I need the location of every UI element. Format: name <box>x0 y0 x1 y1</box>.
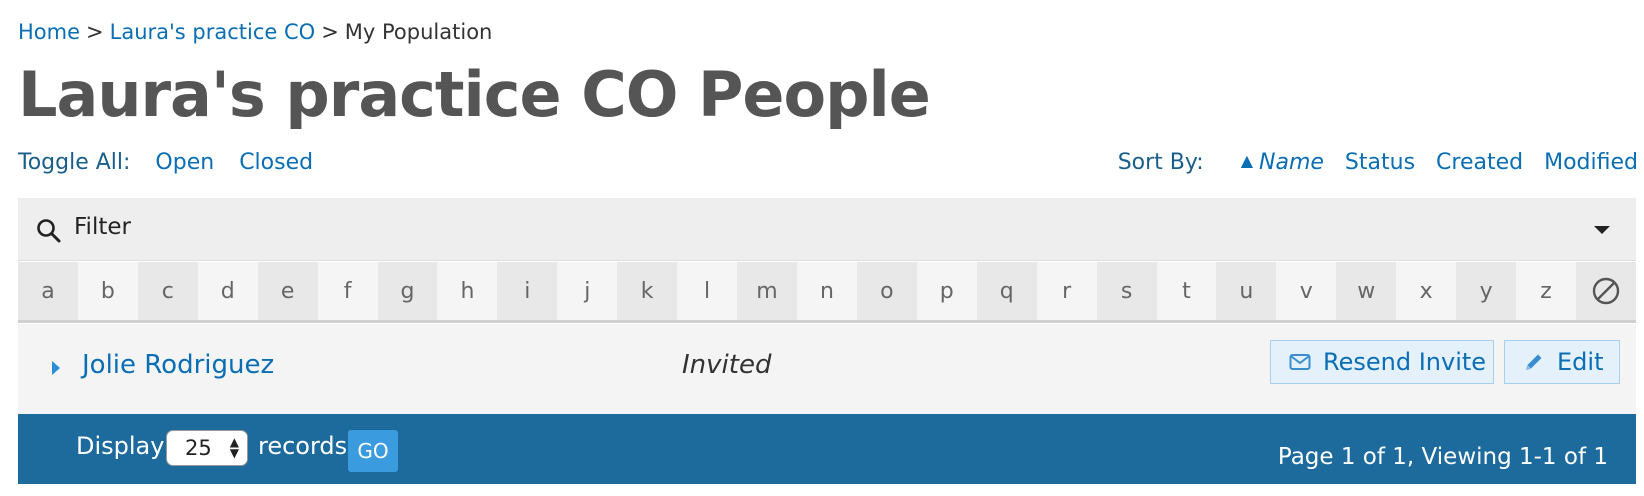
alpha-letter-i[interactable]: i <box>497 262 558 320</box>
page: Home > Laura's practice CO > My Population L… <box>0 0 1644 496</box>
person-row: Jolie Rodriguez Invited Resend Invite Ed… <box>18 324 1636 414</box>
toggle-open-link[interactable]: Open <box>155 150 214 175</box>
sort-name-label: Name <box>1259 150 1324 175</box>
alpha-letter-g[interactable]: g <box>377 262 438 320</box>
sort-ascending-icon: ▲ <box>1240 151 1254 170</box>
records-label: records <box>258 432 348 460</box>
alpha-letter-z[interactable]: z <box>1516 262 1576 320</box>
page-info: Page 1 of 1, Viewing 1-1 of 1 <box>1277 444 1608 470</box>
sort-modified-link[interactable]: Modified <box>1544 150 1638 175</box>
breadcrumb-separator: > <box>86 20 104 44</box>
go-button[interactable]: GO <box>348 430 398 472</box>
person-status: Invited <box>682 350 772 380</box>
sort-by-label: Sort By: <box>1117 150 1204 175</box>
toggle-all-controls: Toggle All: Open Closed <box>18 150 331 175</box>
toggle-all-label: Toggle All: <box>18 150 131 175</box>
search-icon <box>36 218 62 248</box>
no-symbol-icon[interactable] <box>1575 262 1636 320</box>
filter-bar[interactable]: Filter <box>18 198 1636 261</box>
breadcrumb-home-link[interactable]: Home <box>18 20 80 44</box>
alpha-letter-n[interactable]: n <box>796 262 857 320</box>
pencil-icon <box>1526 354 1542 370</box>
page-title: Laura's practice CO People <box>18 58 931 131</box>
alpha-letter-f[interactable]: f <box>317 262 378 320</box>
expand-row-icon[interactable] <box>52 361 60 375</box>
sort-controls: Sort By: ▲ Name Status Created Modified <box>1118 150 1638 175</box>
edit-button[interactable]: Edit <box>1504 340 1620 384</box>
alpha-letter-k[interactable]: k <box>617 262 678 320</box>
alpha-letter-c[interactable]: c <box>137 262 198 320</box>
alpha-letter-e[interactable]: e <box>257 262 318 320</box>
records-per-page-value: 25 <box>185 436 212 460</box>
alpha-letter-p[interactable]: p <box>916 262 977 320</box>
breadcrumb-separator: > <box>321 20 339 44</box>
alpha-letter-l[interactable]: l <box>677 262 738 320</box>
caret-down-icon[interactable] <box>1594 226 1610 234</box>
alpha-letter-x[interactable]: x <box>1396 262 1457 320</box>
envelope-icon <box>1289 354 1311 370</box>
filter-label: Filter <box>74 214 131 240</box>
person-name-link[interactable]: Jolie Rodriguez <box>82 350 274 380</box>
resend-invite-button[interactable]: Resend Invite <box>1270 340 1494 384</box>
alpha-letter-h[interactable]: h <box>437 262 498 320</box>
alpha-letter-d[interactable]: d <box>197 262 258 320</box>
breadcrumb: Home > Laura's practice CO > My Population <box>18 20 492 44</box>
alpha-letter-w[interactable]: w <box>1336 262 1397 320</box>
alpha-letter-j[interactable]: j <box>557 262 618 320</box>
alpha-letter-y[interactable]: y <box>1456 262 1517 320</box>
alpha-letter-t[interactable]: t <box>1156 262 1217 320</box>
alpha-letter-o[interactable]: o <box>856 262 917 320</box>
sort-status-link[interactable]: Status <box>1345 150 1415 175</box>
display-label: Display <box>76 432 165 460</box>
records-per-page-select[interactable]: 25 ▲ ▼ <box>166 430 248 466</box>
alpha-letter-v[interactable]: v <box>1276 262 1337 320</box>
alpha-letter-s[interactable]: s <box>1096 262 1157 320</box>
sort-name-link[interactable]: ▲ Name <box>1241 150 1324 175</box>
edit-label: Edit <box>1557 348 1604 376</box>
breadcrumb-co-link[interactable]: Laura's practice CO <box>110 20 316 44</box>
sort-created-link[interactable]: Created <box>1436 150 1523 175</box>
resend-invite-label: Resend Invite <box>1323 348 1487 376</box>
alphabet-filter: a b c d e f g h i j k l m n o p q r s t … <box>18 262 1636 323</box>
pagination-footer: Display 25 ▲ ▼ records GO Page 1 of 1, Vi… <box>18 414 1636 484</box>
alpha-letter-r[interactable]: r <box>1036 262 1097 320</box>
alpha-letter-u[interactable]: u <box>1216 262 1277 320</box>
toggle-closed-link[interactable]: Closed <box>239 150 313 175</box>
select-arrows-icon: ▲ ▼ <box>229 435 239 460</box>
breadcrumb-current: My Population <box>344 20 493 44</box>
alpha-letter-m[interactable]: m <box>737 262 797 320</box>
alpha-letter-q[interactable]: q <box>976 262 1037 320</box>
alpha-letter-a[interactable]: a <box>18 262 78 320</box>
alpha-letter-b[interactable]: b <box>77 262 138 320</box>
